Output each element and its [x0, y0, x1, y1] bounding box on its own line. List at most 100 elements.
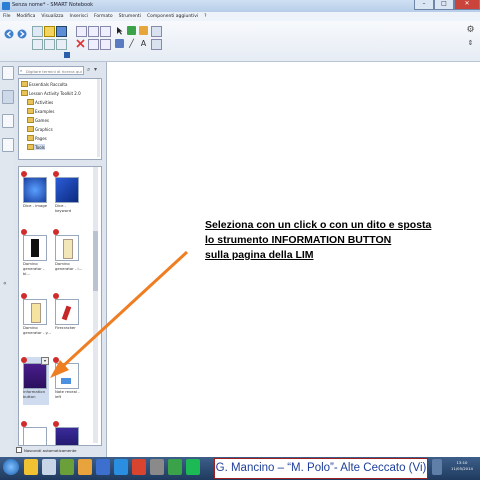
new-page-icon[interactable]	[32, 26, 43, 37]
thumbnail	[55, 363, 79, 389]
app-taskbar-icon[interactable]	[186, 459, 200, 475]
close-button[interactable]: ✕	[454, 0, 480, 10]
select-pointer-icon[interactable]	[115, 26, 124, 35]
capture-icon[interactable]	[88, 26, 99, 37]
menu-formato[interactable]: Formato	[94, 14, 113, 19]
ie-taskbar-icon[interactable]	[114, 459, 128, 475]
menu-help[interactable]: ?	[204, 14, 206, 19]
marker-dot	[53, 229, 59, 235]
forward-icon[interactable]	[17, 29, 27, 39]
app-taskbar-icon[interactable]	[42, 459, 56, 475]
gallery-item-domino-bl[interactable]: Domino generator - bl...	[21, 229, 47, 277]
gallery-search-input[interactable]: Digitare termini di ricerca qui	[18, 66, 84, 75]
gallery-item-dice-keyword[interactable]: Dice - keyword	[53, 171, 79, 219]
folder-icon	[27, 135, 34, 141]
creative-pen-icon[interactable]	[139, 26, 148, 35]
fill-icon[interactable]	[151, 26, 162, 37]
folder-icon	[21, 90, 28, 96]
gallery-item[interactable]	[53, 421, 79, 445]
tree-item-selected[interactable]: Tools	[27, 144, 45, 150]
gallery-item-domino-i[interactable]: Domino generator - i...	[53, 229, 82, 277]
redo-icon[interactable]	[44, 39, 55, 50]
auto-hide-checkbox[interactable]	[16, 447, 22, 453]
tree-item[interactable]: Activities	[27, 99, 53, 105]
title-bar: Senza nome* - SMART Notebook – □ ✕	[0, 0, 480, 12]
dual-page-icon[interactable]	[100, 39, 111, 50]
menu-visualizza[interactable]: Visualizza	[41, 14, 63, 19]
gallery-item-domino-y[interactable]: Domino generator - y...	[21, 293, 51, 341]
save-icon[interactable]	[56, 26, 67, 37]
document-camera-icon[interactable]	[100, 26, 111, 37]
full-screen-icon[interactable]	[88, 39, 99, 50]
thumbnail	[23, 363, 47, 389]
tree-scrollbar[interactable]	[97, 79, 100, 157]
thumbnail	[55, 427, 79, 445]
screen-shade-icon[interactable]	[64, 52, 70, 58]
tree-item[interactable]: Pages	[27, 135, 47, 141]
back-icon[interactable]	[4, 29, 14, 39]
menu-componenti[interactable]: Componenti aggiuntivi	[147, 14, 198, 19]
tree-item[interactable]: Examples	[27, 108, 54, 114]
scrollbar-thumb[interactable]	[93, 231, 98, 291]
open-file-icon[interactable]	[44, 26, 55, 37]
marker-dot	[21, 171, 27, 177]
app-taskbar-icon[interactable]	[96, 459, 110, 475]
instruction-line: lo strumento INFORMATION BUTTON	[205, 234, 392, 246]
thumbnail	[55, 235, 79, 261]
gallery-menu-icon[interactable]: ▾	[94, 66, 100, 75]
app-taskbar-icon[interactable]	[60, 459, 74, 475]
maximize-button[interactable]: □	[434, 0, 454, 10]
auto-hide-option[interactable]: Nascondi automaticamente	[16, 446, 104, 454]
app-taskbar-icon[interactable]	[132, 459, 146, 475]
gallery-item-dice-image[interactable]: Dice - image	[21, 171, 47, 219]
system-clock[interactable]: 13:10 11/05/2014	[446, 460, 478, 471]
gallery-item[interactable]	[21, 421, 47, 445]
page-sorter-tab[interactable]	[2, 66, 14, 80]
gallery-scrollbar[interactable]	[93, 167, 98, 443]
menu-file[interactable]: File	[3, 14, 11, 19]
explorer-taskbar-icon[interactable]	[24, 459, 38, 475]
table-icon[interactable]	[76, 26, 87, 37]
tree-item[interactable]: Graphics	[27, 126, 53, 132]
item-menu-icon[interactable]: ▾	[41, 357, 49, 365]
gallery-item-information-button[interactable]: ▾ Information button	[21, 357, 49, 405]
clock-date: 11/05/2014	[451, 465, 473, 471]
collapse-panel-icon[interactable]: «	[3, 280, 7, 287]
search-go-icon[interactable]: ⌕	[87, 66, 93, 75]
tree-item[interactable]: Games	[27, 117, 49, 123]
tree-item[interactable]: Lesson Activity Toolkit 2.0	[21, 90, 81, 96]
tree-item[interactable]: Essentials Raccolta	[21, 81, 67, 87]
app-taskbar-icon[interactable]	[78, 459, 92, 475]
eraser-icon[interactable]	[115, 39, 124, 48]
gear-icon[interactable]: ⚙	[466, 26, 475, 35]
tray-icons[interactable]	[432, 459, 442, 475]
line-tool-icon[interactable]: ╱	[127, 39, 136, 48]
marker-dot	[21, 229, 27, 235]
delete-icon[interactable]	[76, 39, 85, 48]
menu-strumenti[interactable]: Strumenti	[119, 14, 141, 19]
menu-inserisci[interactable]: Inserisci	[70, 14, 88, 19]
gallery-item-firecracker[interactable]: Firecracker	[53, 293, 79, 341]
pen-icon[interactable]	[127, 26, 136, 35]
folder-icon	[27, 99, 34, 105]
gallery-item-note-reveal-left[interactable]: Note reveal - left	[53, 357, 80, 405]
app-taskbar-icon[interactable]	[168, 459, 182, 475]
attachments-tab[interactable]	[2, 114, 14, 128]
undo-icon[interactable]	[32, 39, 43, 50]
credit-caption: G. Mancino – “M. Polo”- Alte Ceccato (Vi…	[214, 458, 428, 479]
shape-tool-icon[interactable]	[151, 39, 162, 50]
toolbar-arrows-icon[interactable]: ⇕	[466, 39, 475, 48]
start-button[interactable]	[3, 459, 19, 475]
properties-tab[interactable]	[2, 138, 14, 152]
menu-modifica[interactable]: Modifica	[17, 14, 36, 19]
thumbnail	[55, 177, 79, 203]
folder-icon	[27, 126, 34, 132]
minimize-button[interactable]: –	[414, 0, 434, 10]
gallery-tab[interactable]	[2, 90, 14, 104]
paste-icon[interactable]	[56, 39, 67, 50]
app-taskbar-icon[interactable]	[150, 459, 164, 475]
text-tool-icon[interactable]: A	[139, 39, 148, 48]
window-title: Senza nome* - SMART Notebook	[12, 2, 94, 8]
marker-dot	[53, 421, 59, 427]
folder-icon	[27, 108, 34, 114]
